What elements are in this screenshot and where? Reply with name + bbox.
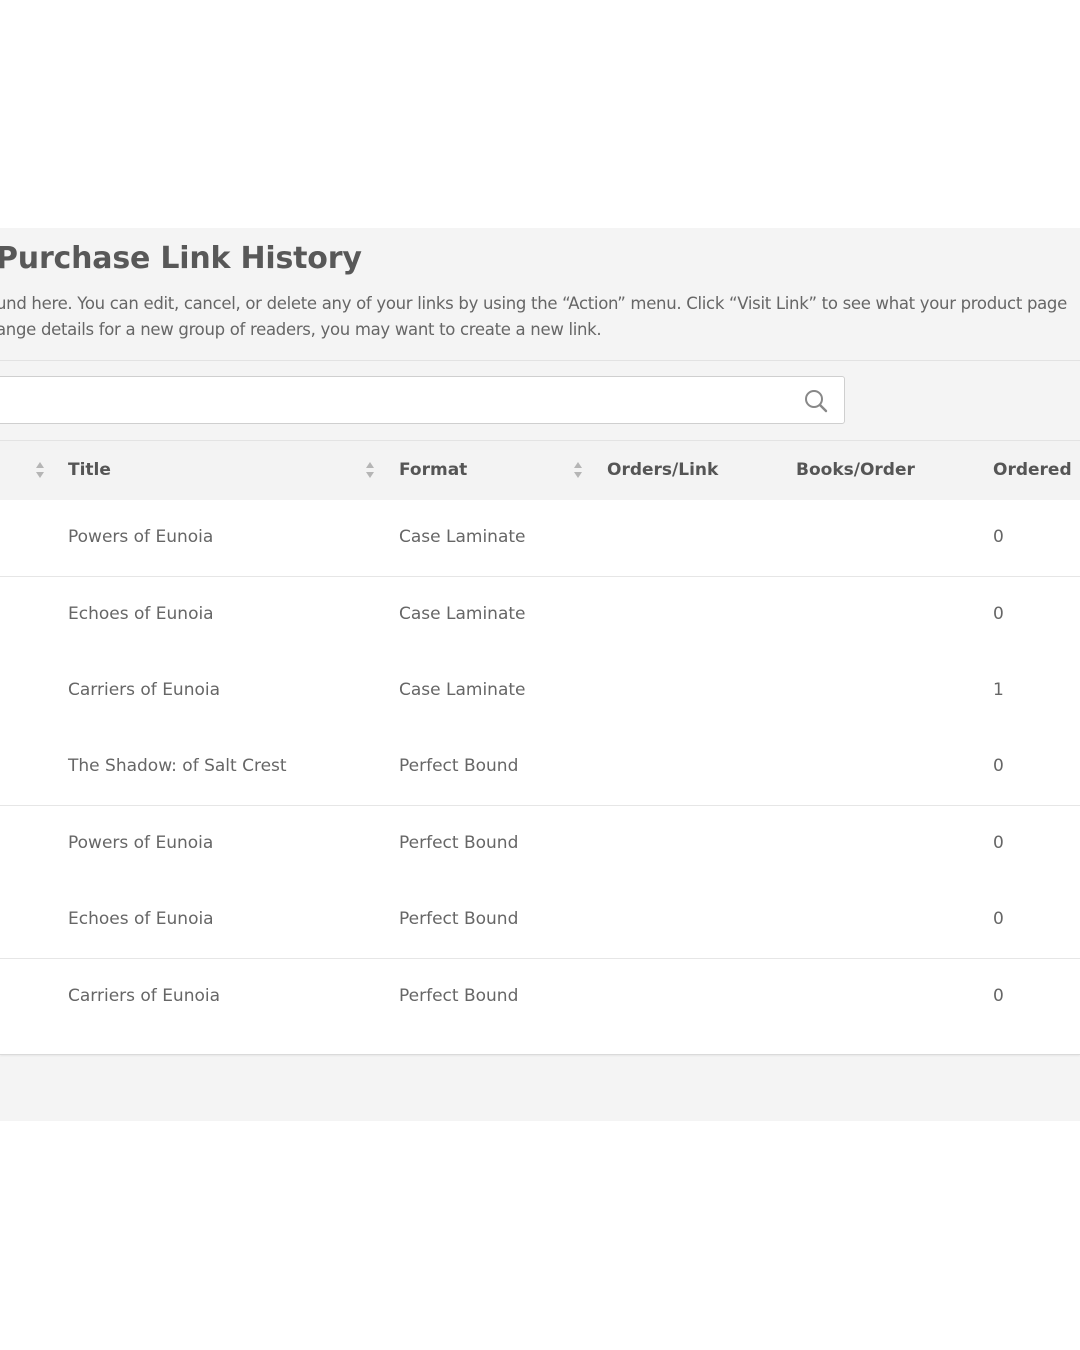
cell-ordered: 0 (993, 833, 1004, 853)
page-description: und here. You can edit, cancel, or delet… (0, 291, 1067, 343)
description-line-1: und here. You can edit, cancel, or delet… (0, 294, 1067, 313)
cell-format: Case Laminate (399, 680, 526, 700)
column-header-books-per-order[interactable]: Books/Order (796, 460, 915, 480)
cell-title: Echoes of Eunoia (68, 604, 214, 624)
cell-ordered: 0 (993, 986, 1004, 1006)
sort-icon[interactable] (572, 459, 584, 481)
search-input[interactable] (0, 376, 845, 424)
cell-title: Carriers of Eunoia (68, 986, 221, 1006)
table-row[interactable]: Echoes of Eunoia Case Laminate 0 (0, 577, 1080, 654)
page-title: Purchase Link History (0, 241, 362, 276)
cell-format: Case Laminate (399, 604, 526, 624)
cell-format: Perfect Bound (399, 756, 519, 776)
column-header-format[interactable]: Format (399, 460, 467, 480)
table-row[interactable]: Powers of Eunoia Case Laminate 0 (0, 500, 1080, 577)
cell-ordered: 0 (993, 604, 1004, 624)
sort-icon[interactable] (34, 459, 46, 481)
sort-icon[interactable] (364, 459, 376, 481)
cell-ordered: 0 (993, 527, 1004, 547)
cell-title: Powers of Eunoia (68, 833, 214, 853)
cell-title: Carriers of Eunoia (68, 680, 221, 700)
cell-title: Powers of Eunoia (68, 527, 214, 547)
table-row[interactable]: Echoes of Eunoia Perfect Bound 0 (0, 882, 1080, 959)
table-row[interactable]: Powers of Eunoia Perfect Bound 0 (0, 806, 1080, 883)
cell-title: Echoes of Eunoia (68, 909, 214, 929)
cell-format: Perfect Bound (399, 909, 519, 929)
table-header (0, 440, 1080, 500)
cell-format: Perfect Bound (399, 833, 519, 853)
description-line-2: ange details for a new group of readers,… (0, 320, 602, 339)
cell-ordered: 0 (993, 909, 1004, 929)
column-header-orders-per-link[interactable]: Orders/Link (607, 460, 718, 480)
cell-format: Perfect Bound (399, 986, 519, 1006)
table-row[interactable]: Carriers of Eunoia Perfect Bound 0 (0, 959, 1080, 1036)
cell-ordered: 1 (993, 680, 1004, 700)
table-row[interactable]: Carriers of Eunoia Case Laminate 1 (0, 653, 1080, 730)
cell-title: The Shadow: of Salt Crest (68, 756, 287, 776)
cell-ordered: 0 (993, 756, 1004, 776)
column-header-ordered[interactable]: Ordered (993, 460, 1072, 480)
column-header-title[interactable]: Title (68, 460, 111, 480)
table-row[interactable]: The Shadow: of Salt Crest Perfect Bound … (0, 729, 1080, 806)
cell-format: Case Laminate (399, 527, 526, 547)
section-divider (0, 360, 1080, 361)
search-icon[interactable] (803, 388, 829, 414)
